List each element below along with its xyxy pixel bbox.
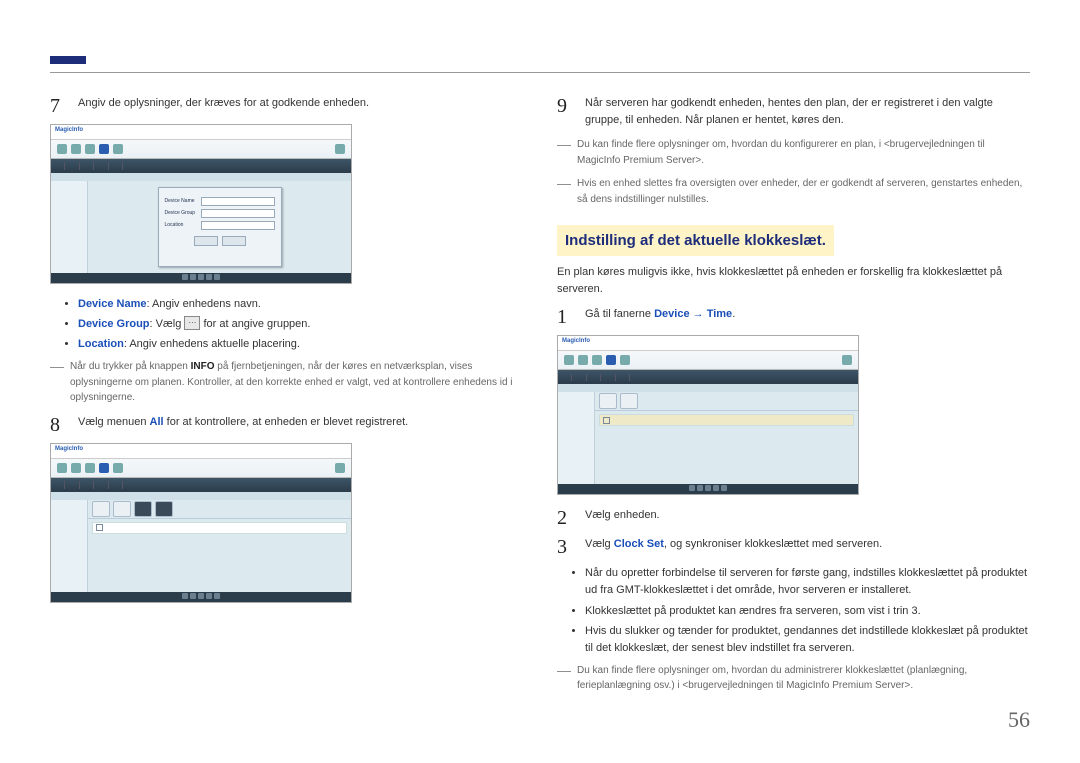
arrow-icon: → (690, 308, 707, 320)
bullet-device-name: Device Name: Angiv enhedens navn. (78, 296, 523, 313)
info-note: ― Når du trykker på knappen INFO på fjer… (50, 359, 523, 406)
page: 7 Angiv de oplysninger, der kræves for a… (0, 0, 1080, 763)
two-column-layout: 7 Angiv de oplysninger, der kræves for a… (50, 95, 1030, 702)
step-8: 8 Vælg menuen All for at kontrollere, at… (50, 414, 523, 435)
device-name-label: Device Name (78, 298, 147, 310)
step-text: Angiv de oplysninger, der kræves for at … (78, 95, 523, 116)
screenshot-brand: MagicInfo (51, 125, 351, 140)
step-text: Vælg Clock Set, og synkroniser klokkeslæ… (585, 536, 1030, 557)
screenshot-topnav (558, 351, 858, 370)
note-body: Du kan finde flere oplysninger om, hvord… (577, 137, 1030, 168)
step-9: 9 Når serveren har godkendt enheden, hen… (557, 95, 1030, 129)
bullet-location: Location: Angiv enhedens aktuelle placer… (78, 336, 523, 353)
device-group-label: Device Group (78, 318, 150, 330)
note-body: Hvis en enhed slettes fra oversigten ove… (577, 176, 1030, 207)
step1-post: . (732, 308, 735, 320)
dlg-device-group-label: Device Group (165, 210, 197, 218)
note-configure-plan: ― Du kan finde flere oplysninger om, hvo… (557, 137, 1030, 168)
screenshot-tabs (51, 159, 351, 173)
note-manage-clock: ― Du kan finde flere oplysninger om, hvo… (557, 663, 1030, 694)
step1-time: Time (707, 308, 732, 320)
step1-pre: Gå til fanerne (585, 308, 654, 320)
device-name-text: : Angiv enhedens navn. (147, 298, 261, 310)
page-header-rule (50, 0, 1030, 73)
screenshot-device-time: MagicInfo (557, 335, 859, 495)
step-text: Vælg enheden. (585, 507, 1030, 528)
note-bold-info: INFO (191, 361, 215, 372)
screenshot-brand: MagicInfo (51, 444, 351, 459)
page-number: 56 (1008, 703, 1030, 737)
screenshot-all-devices: MagicInfo (50, 443, 352, 603)
screenshot-approve-device: MagicInfo Device Name D (50, 124, 352, 284)
step-text: Når serveren har godkendt enheden, hente… (585, 95, 1030, 129)
screenshot-tabs (558, 370, 858, 384)
screenshot-topnav (51, 140, 351, 159)
section-heading-clock: Indstilling af det aktuelle klokkeslæt. (557, 225, 834, 256)
step8-pre: Vælg menuen (78, 416, 150, 428)
step-number: 9 (557, 95, 573, 129)
dash-icon: ― (557, 176, 571, 207)
device-group-text-pre: : Vælg (150, 318, 185, 330)
dash-icon: ― (50, 359, 64, 406)
step-number: 8 (50, 414, 66, 435)
location-text: : Angiv enhedens aktuelle placering. (124, 338, 300, 350)
approve-dialog: Device Name Device Group Location (158, 187, 282, 267)
step3-clock-set: Clock Set (614, 538, 664, 550)
dash-icon: ― (557, 663, 571, 694)
device-group-text-post: for at angive gruppen. (200, 318, 310, 330)
step-3: 3 Vælg Clock Set, og synkroniser klokkes… (557, 536, 1030, 557)
screenshot-tabs (51, 478, 351, 492)
left-column: 7 Angiv de oplysninger, der kræves for a… (50, 95, 523, 702)
step-number: 1 (557, 306, 573, 327)
dlg-location-label: Location (165, 222, 197, 230)
step-7: 7 Angiv de oplysninger, der kræves for a… (50, 95, 523, 116)
note-body: Du kan finde flere oplysninger om, hvord… (577, 663, 1030, 694)
bullet-device-group: Device Group: Vælg ⋯ for at angive grupp… (78, 316, 523, 333)
field-definitions: Device Name: Angiv enhedens navn. Device… (50, 296, 523, 353)
step-number: 7 (50, 95, 66, 116)
step-1: 1 Gå til fanerne Device → Time. (557, 306, 1030, 327)
step1-device: Device (654, 308, 689, 320)
step-number: 3 (557, 536, 573, 557)
section-intro: En plan køres muligvis ikke, hvis klokke… (557, 264, 1030, 298)
screenshot-topnav (51, 459, 351, 478)
ellipsis-icon: ⋯ (184, 316, 200, 330)
note-device-deleted: ― Hvis en enhed slettes fra oversigten o… (557, 176, 1030, 207)
dash-icon: ― (557, 137, 571, 168)
step-text: Vælg menuen All for at kontrollere, at e… (78, 414, 523, 435)
clock-bullets: Når du opretter forbindelse til serveren… (557, 565, 1030, 656)
right-column: 9 Når serveren har godkendt enheden, hen… (557, 95, 1030, 702)
step-number: 2 (557, 507, 573, 528)
bullet-gmt: Når du opretter forbindelse til serveren… (585, 565, 1030, 599)
step3-post: , og synkroniser klokkeslættet med serve… (664, 538, 882, 550)
step-2: 2 Vælg enheden. (557, 507, 1030, 528)
step3-pre: Vælg (585, 538, 614, 550)
bullet-change-from-server: Klokkeslættet på produktet kan ændres fr… (585, 603, 1030, 620)
screenshot-brand: MagicInfo (558, 336, 858, 351)
step8-post: for at kontrollere, at enheden er blevet… (164, 416, 409, 428)
note-pre: Når du trykker på knappen (70, 361, 191, 372)
location-label: Location (78, 338, 124, 350)
dlg-device-name-label: Device Name (165, 198, 197, 206)
bullet-power-cycle: Hvis du slukker og tænder for produktet,… (585, 623, 1030, 657)
step8-all: All (150, 416, 164, 428)
step-text: Gå til fanerne Device → Time. (585, 306, 1030, 327)
